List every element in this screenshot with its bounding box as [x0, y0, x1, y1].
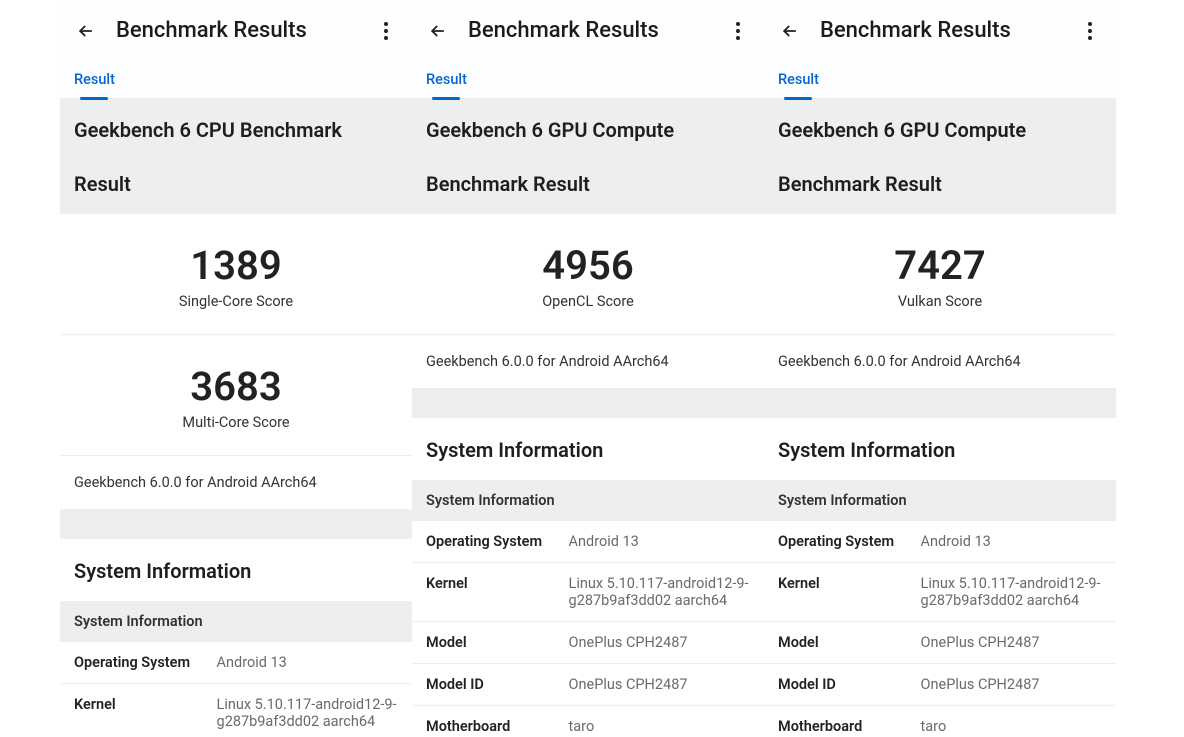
info-row: Operating System Android 13 [412, 521, 764, 563]
version-text: Geekbench 6.0.0 for Android AArch64 [60, 455, 412, 509]
info-val: taro [569, 718, 750, 735]
info-row: Model ID OnePlus CPH2487 [764, 664, 1116, 706]
info-key: Motherboard [778, 718, 921, 735]
benchmark-subname: Benchmark Result [778, 172, 1102, 196]
score-block: 4956 OpenCL Score [412, 214, 764, 334]
panel-opencl: Benchmark Results Result Geekbench 6 GPU… [412, 0, 764, 737]
info-val: Android 13 [921, 533, 1102, 550]
tab-result[interactable]: Result [426, 71, 467, 98]
info-key: Motherboard [426, 718, 569, 735]
info-key: Kernel [778, 575, 921, 609]
score-label: Multi-Core Score [60, 414, 412, 445]
benchmark-subname: Benchmark Result [426, 172, 750, 196]
gap [60, 509, 412, 539]
score-value: 1389 [60, 242, 412, 289]
tab-result[interactable]: Result [778, 71, 819, 98]
info-val: OnePlus CPH2487 [569, 676, 750, 693]
info-val: OnePlus CPH2487 [921, 676, 1102, 693]
back-icon[interactable] [426, 19, 450, 43]
info-row: Motherboard taro [412, 706, 764, 737]
score-value: 3683 [60, 363, 412, 410]
section-header: Geekbench 6 CPU Benchmark Result [60, 98, 412, 214]
tab-result[interactable]: Result [74, 71, 115, 98]
score-label: Single-Core Score [60, 293, 412, 324]
info-val: Android 13 [217, 654, 398, 671]
tab-row: Result [764, 57, 1116, 98]
info-key: Operating System [74, 654, 217, 671]
sysinfo-subhead: System Information [60, 601, 412, 642]
info-val: Linux 5.10.117-android12-9-g287b9af3dd02… [921, 575, 1102, 609]
page-title: Benchmark Results [468, 18, 726, 43]
content: Geekbench 6 GPU Compute Benchmark Result… [764, 98, 1116, 737]
info-key: Model ID [426, 676, 569, 693]
sysinfo-subhead: System Information [764, 480, 1116, 521]
score-value: 7427 [764, 242, 1116, 289]
tab-row: Result [412, 57, 764, 98]
back-icon[interactable] [74, 19, 98, 43]
info-key: Operating System [426, 533, 569, 550]
back-icon[interactable] [778, 19, 802, 43]
page-title: Benchmark Results [820, 18, 1078, 43]
sysinfo-subhead: System Information [412, 480, 764, 521]
benchmark-subname: Result [74, 172, 398, 196]
sysinfo-title: System Information [764, 418, 1116, 480]
section-header: Geekbench 6 GPU Compute Benchmark Result [764, 98, 1116, 214]
benchmark-name: Geekbench 6 GPU Compute [778, 116, 1102, 144]
overflow-menu-icon[interactable] [1078, 19, 1102, 43]
info-row: Motherboard taro [764, 706, 1116, 737]
info-key: Model [426, 634, 569, 651]
panel-vulkan: Benchmark Results Result Geekbench 6 GPU… [764, 0, 1116, 737]
gap [412, 388, 764, 418]
sysinfo-title: System Information [60, 539, 412, 601]
section-header: Geekbench 6 GPU Compute Benchmark Result [412, 98, 764, 214]
content: Geekbench 6 CPU Benchmark Result 1389 Si… [60, 98, 412, 737]
info-row: Operating System Android 13 [764, 521, 1116, 563]
sysinfo-title: System Information [412, 418, 764, 480]
info-key: Model [778, 634, 921, 651]
info-val: OnePlus CPH2487 [569, 634, 750, 651]
info-row: Model OnePlus CPH2487 [764, 622, 1116, 664]
version-text: Geekbench 6.0.0 for Android AArch64 [412, 334, 764, 388]
tab-row: Result [60, 57, 412, 98]
version-text: Geekbench 6.0.0 for Android AArch64 [764, 334, 1116, 388]
info-row: Kernel Linux 5.10.117-android12-9-g287b9… [412, 563, 764, 622]
info-val: Linux 5.10.117-android12-9-g287b9af3dd02… [217, 696, 398, 730]
info-row: Model ID OnePlus CPH2487 [412, 664, 764, 706]
score-block: 3683 Multi-Core Score [60, 335, 412, 455]
topbar: Benchmark Results [412, 0, 764, 57]
info-key: Kernel [74, 696, 217, 730]
gap [764, 388, 1116, 418]
score-label: OpenCL Score [412, 293, 764, 324]
info-key: Operating System [778, 533, 921, 550]
overflow-menu-icon[interactable] [374, 19, 398, 43]
info-val: taro [921, 718, 1102, 735]
info-val: Android 13 [569, 533, 750, 550]
info-val: Linux 5.10.117-android12-9-g287b9af3dd02… [569, 575, 750, 609]
content: Geekbench 6 GPU Compute Benchmark Result… [412, 98, 764, 737]
info-row: Model OnePlus CPH2487 [412, 622, 764, 664]
page-title: Benchmark Results [116, 18, 374, 43]
info-row: Operating System Android 13 [60, 642, 412, 684]
info-val: OnePlus CPH2487 [921, 634, 1102, 651]
info-row: Kernel Linux 5.10.117-android12-9-g287b9… [60, 684, 412, 737]
benchmark-name: Geekbench 6 GPU Compute [426, 116, 750, 144]
info-row: Kernel Linux 5.10.117-android12-9-g287b9… [764, 563, 1116, 622]
info-key: Model ID [778, 676, 921, 693]
score-label: Vulkan Score [764, 293, 1116, 324]
benchmark-name: Geekbench 6 CPU Benchmark [74, 116, 398, 144]
score-value: 4956 [412, 242, 764, 289]
score-block: 1389 Single-Core Score [60, 214, 412, 335]
topbar: Benchmark Results [60, 0, 412, 57]
panel-cpu: Benchmark Results Result Geekbench 6 CPU… [60, 0, 412, 737]
score-block: 7427 Vulkan Score [764, 214, 1116, 334]
overflow-menu-icon[interactable] [726, 19, 750, 43]
info-key: Kernel [426, 575, 569, 609]
topbar: Benchmark Results [764, 0, 1116, 57]
